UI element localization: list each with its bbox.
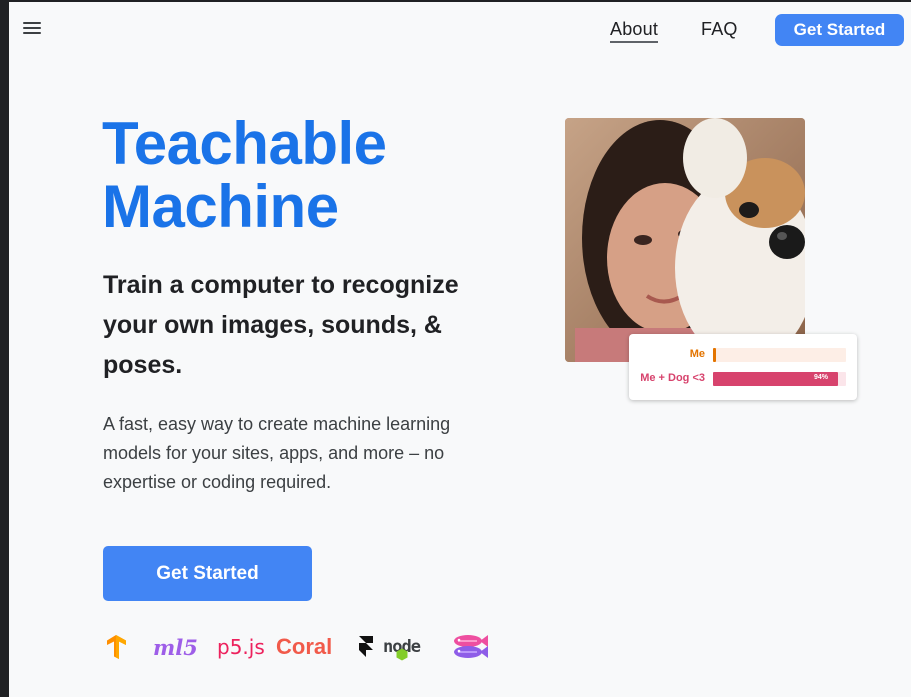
p5js-logo-icon[interactable]: p5.js — [217, 630, 265, 664]
nav-faq-link[interactable]: FAQ — [701, 19, 738, 40]
prediction-bar-fill — [713, 348, 716, 362]
nav-about-link[interactable]: About — [610, 19, 659, 43]
title-line-1: Teachable — [102, 110, 387, 177]
prediction-row-me: Me — [629, 347, 857, 363]
demo-webcam-image — [565, 118, 805, 362]
prediction-track — [713, 348, 846, 362]
prediction-label: Me — [689, 348, 705, 360]
prediction-row-me-dog: Me + Dog <3 94% — [629, 371, 857, 387]
title-line-2: Machine — [102, 173, 339, 240]
partner-logos: ml5 p5.js Coral node — [105, 630, 505, 664]
framer-logo-icon[interactable] — [358, 630, 374, 664]
prediction-card: Me Me + Dog <3 94% — [629, 334, 857, 400]
page: About FAQ Get Started Teachable Machine … — [9, 2, 911, 697]
ml5-logo-icon[interactable]: ml5 — [153, 630, 198, 664]
hero-get-started-button[interactable]: Get Started — [103, 546, 312, 601]
nodejs-logo-icon[interactable]: node — [383, 630, 421, 664]
page-title: Teachable Machine — [102, 112, 387, 238]
hero-description: A fast, easy way to create machine learn… — [103, 414, 451, 492]
fish-logo-icon[interactable] — [451, 630, 489, 664]
hamburger-menu-icon[interactable] — [21, 18, 45, 38]
coral-logo-icon[interactable]: Coral — [276, 630, 332, 664]
hero-subtitle: Train a computer to recognize your own i… — [103, 271, 459, 379]
prediction-track: 94% — [713, 372, 846, 386]
prediction-percent: 94% — [814, 374, 829, 381]
prediction-label: Me + Dog <3 — [640, 372, 705, 384]
tensorflow-logo-icon[interactable] — [105, 630, 127, 664]
prediction-bar-fill: 94% — [713, 372, 839, 386]
nav-get-started-button[interactable]: Get Started — [775, 14, 904, 46]
